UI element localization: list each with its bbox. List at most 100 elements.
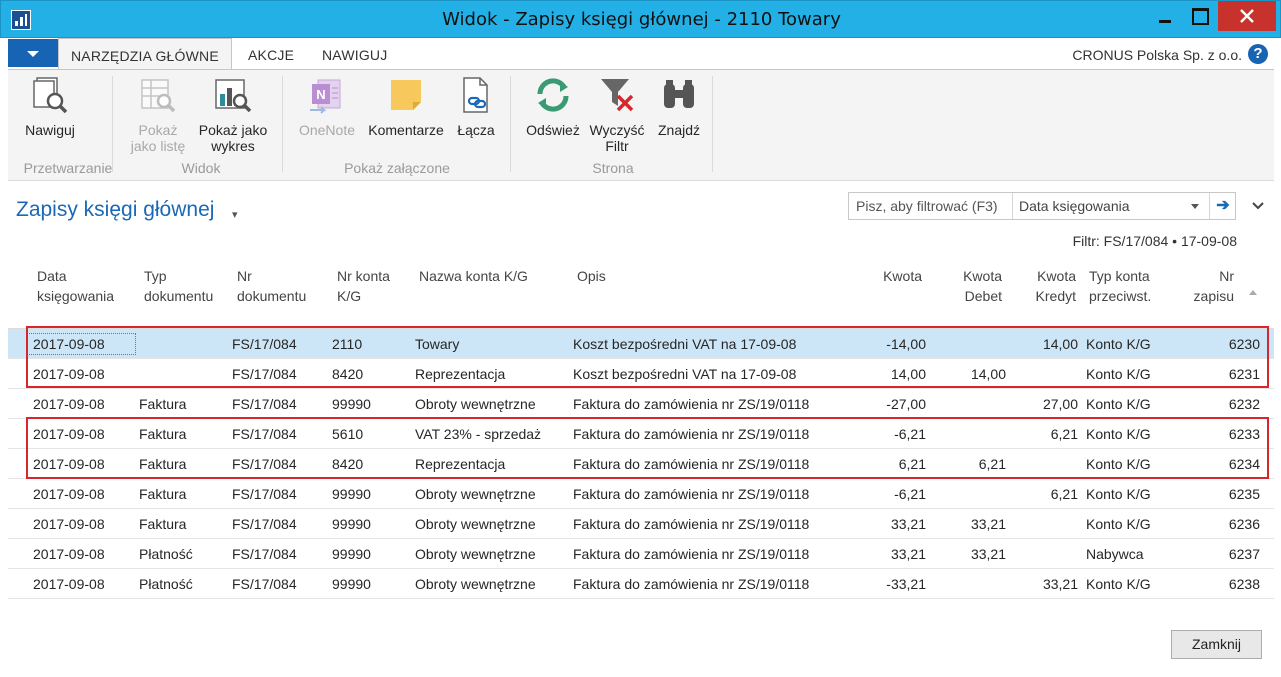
cell-typ[interactable]: Płatność <box>139 539 193 569</box>
filter-input[interactable]: Pisz, aby filtrować (F3) <box>849 193 1013 219</box>
cell-nrzap[interactable]: 6238 <box>1194 569 1260 599</box>
znajdz-button[interactable]: Znajdź <box>652 74 706 138</box>
cell-kwota[interactable]: 33,21 <box>856 509 926 539</box>
wyczysc-filtr-button[interactable]: Wyczyść Filtr <box>586 74 648 154</box>
col-typ-dokumentu[interactable]: Typ dokumentu <box>144 266 213 306</box>
cell-opis[interactable]: Faktura do zamówienia nr ZS/19/0118 <box>573 389 809 419</box>
cell-typkonta[interactable]: Konto K/G <box>1086 479 1151 509</box>
cell-nazwa[interactable]: Obroty wewnętrzne <box>415 539 536 569</box>
onenote-button[interactable]: N OneNote <box>294 74 360 138</box>
cell-nrkonta[interactable]: 99990 <box>332 509 371 539</box>
cell-data[interactable]: 2017-09-08 <box>33 389 105 419</box>
cell-nrzap[interactable]: 6236 <box>1194 509 1260 539</box>
cell-typkonta[interactable]: Konto K/G <box>1086 509 1151 539</box>
cell-nazwa[interactable]: Obroty wewnętrzne <box>415 569 536 599</box>
cell-nrzap[interactable]: 6237 <box>1194 539 1260 569</box>
clear-filter-icon <box>601 79 634 112</box>
cell-data[interactable]: 2017-09-08 <box>33 509 105 539</box>
pokaz-jako-liste-button[interactable]: Pokaż jako listę <box>122 74 194 154</box>
filter-apply-arrow-icon[interactable]: ➔ <box>1209 193 1236 219</box>
close-window-button[interactable] <box>1218 1 1276 31</box>
cell-typ[interactable]: Faktura <box>139 389 186 419</box>
cell-nrdok[interactable]: FS/17/084 <box>232 509 297 539</box>
cell-nrdok[interactable]: FS/17/084 <box>232 389 297 419</box>
app-menu-button[interactable] <box>8 39 58 67</box>
filter-field-select[interactable]: Data księgowania <box>1013 193 1203 219</box>
cell-nrkonta[interactable]: 99990 <box>332 389 371 419</box>
table-row[interactable]: 2017-09-08 Faktura FS/17/084 99990 Obrot… <box>8 479 1274 509</box>
cell-typ[interactable]: Faktura <box>139 509 186 539</box>
col-data-ksiegowania[interactable]: Data księgowania <box>37 266 114 306</box>
cell-nrdok[interactable]: FS/17/084 <box>232 539 297 569</box>
comments-icon <box>391 80 421 110</box>
minimize-button[interactable] <box>1148 1 1182 31</box>
col-label: księgowania <box>37 288 115 304</box>
cell-debet[interactable]: 33,21 <box>936 509 1006 539</box>
tab-nawiguj[interactable]: NAWIGUJ <box>310 38 399 70</box>
cell-typkonta[interactable]: Konto K/G <box>1086 569 1151 599</box>
pokaz-liste-label-1: Pokaż <box>138 122 178 138</box>
cell-typ[interactable]: Faktura <box>139 479 186 509</box>
table-row[interactable]: 2017-09-08 Płatność FS/17/084 99990 Obro… <box>8 569 1274 599</box>
cell-data[interactable]: 2017-09-08 <box>33 479 105 509</box>
cell-nazwa[interactable]: Obroty wewnętrzne <box>415 509 536 539</box>
cell-nrzap[interactable]: 6232 <box>1194 389 1260 419</box>
collapse-chevron-icon[interactable] <box>1252 200 1264 212</box>
cell-nazwa[interactable]: Obroty wewnętrzne <box>415 389 536 419</box>
cell-nrdok[interactable]: FS/17/084 <box>232 479 297 509</box>
cell-typkonta[interactable]: Nabywca <box>1086 539 1144 569</box>
cell-opis[interactable]: Faktura do zamówienia nr ZS/19/0118 <box>573 479 809 509</box>
lacza-button[interactable]: Łącza <box>452 74 500 138</box>
cell-kwota[interactable]: -6,21 <box>856 479 926 509</box>
cell-typ[interactable]: Płatność <box>139 569 193 599</box>
col-nazwa-konta[interactable]: Nazwa konta K/G <box>419 266 528 286</box>
table-row[interactable]: 2017-09-08 Faktura FS/17/084 99990 Obrot… <box>8 389 1274 419</box>
chevron-down-icon <box>1191 204 1199 209</box>
wyczysc-label-2: Filtr <box>605 138 629 154</box>
help-icon[interactable]: ? <box>1248 44 1268 64</box>
zamknij-button[interactable]: Zamknij <box>1171 630 1262 659</box>
col-kwota-kredyt[interactable]: Kwota Kredyt <box>1014 266 1076 306</box>
col-kwota-debet[interactable]: Kwota Debet <box>940 266 1002 306</box>
col-typ-konta-przeciwst[interactable]: Typ konta przeciwst. <box>1089 266 1151 306</box>
pokaz-jako-wykres-button[interactable]: Pokaż jako wykres <box>194 74 272 154</box>
maximize-button[interactable] <box>1182 1 1216 31</box>
group-separator <box>712 76 713 172</box>
cell-kredyt[interactable]: 27,00 <box>1008 389 1078 419</box>
cell-opis[interactable]: Faktura do zamówienia nr ZS/19/0118 <box>573 509 809 539</box>
table-row[interactable]: 2017-09-08 Faktura FS/17/084 99990 Obrot… <box>8 509 1274 539</box>
page-title[interactable]: Zapisy księgi głównej <box>16 198 214 222</box>
table-row[interactable]: 2017-09-08 Płatność FS/17/084 99990 Obro… <box>8 539 1274 569</box>
komentarze-button[interactable]: Komentarze <box>364 74 448 138</box>
cell-nrkonta[interactable]: 99990 <box>332 479 371 509</box>
title-menu-caret-icon[interactable]: ▾ <box>232 208 238 221</box>
cell-opis[interactable]: Faktura do zamówienia nr ZS/19/0118 <box>573 539 809 569</box>
col-nr-zapisu[interactable]: Nr zapisu <box>1184 266 1234 306</box>
cell-kredyt[interactable]: 33,21 <box>1008 569 1078 599</box>
cell-typkonta[interactable]: Konto K/G <box>1086 389 1151 419</box>
col-nr-dokumentu[interactable]: Nr dokumentu <box>237 266 306 306</box>
cell-kwota[interactable]: -27,00 <box>856 389 926 419</box>
odswiez-button[interactable]: Odśwież <box>520 74 586 138</box>
cell-kwota[interactable]: 33,21 <box>856 539 926 569</box>
cell-nrkonta[interactable]: 99990 <box>332 569 371 599</box>
cell-nazwa[interactable]: Obroty wewnętrzne <box>415 479 536 509</box>
cell-data[interactable]: 2017-09-08 <box>33 539 105 569</box>
nawiguj-button[interactable]: Nawiguj <box>18 74 82 138</box>
col-nr-konta[interactable]: Nr konta K/G <box>337 266 390 306</box>
cell-nrzap[interactable]: 6235 <box>1194 479 1260 509</box>
col-label: Kwota <box>883 268 922 284</box>
group-strona: Strona <box>592 160 634 176</box>
col-kwota[interactable]: Kwota <box>860 266 922 286</box>
tab-narzedzia-glowne[interactable]: NARZĘDZIA GŁÓWNE <box>58 38 232 70</box>
col-opis[interactable]: Opis <box>577 266 606 286</box>
ribbon: Nawiguj Przetwarzanie Pokaż jako listę P… <box>8 69 1274 181</box>
cell-debet[interactable]: 33,21 <box>936 539 1006 569</box>
tab-akcje[interactable]: AKCJE <box>236 38 306 70</box>
cell-kwota[interactable]: -33,21 <box>856 569 926 599</box>
cell-kredyt[interactable]: 6,21 <box>1008 479 1078 509</box>
cell-nrkonta[interactable]: 99990 <box>332 539 371 569</box>
cell-nrdok[interactable]: FS/17/084 <box>232 569 297 599</box>
cell-opis[interactable]: Faktura do zamówienia nr ZS/19/0118 <box>573 569 809 599</box>
cell-data[interactable]: 2017-09-08 <box>33 569 105 599</box>
